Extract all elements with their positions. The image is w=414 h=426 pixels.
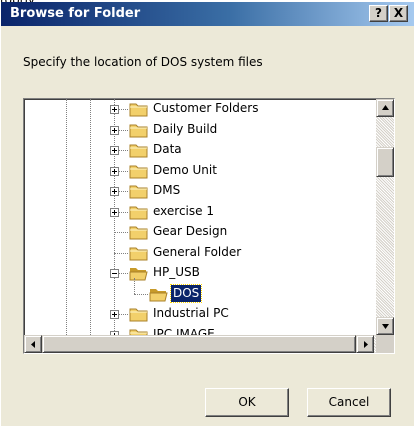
tree-node[interactable]: DMS [24,181,376,201]
tree-connector-line [114,252,128,254]
open-folder-icon [129,265,149,281]
help-button[interactable]: ? [369,5,388,22]
arrow-up-icon [382,105,389,110]
folder-icon [129,101,149,117]
folder-icon [129,306,149,322]
arrow-left-icon [31,341,35,348]
tree-content: Customer Folders Daily Build Data Demo Unit… [24,99,376,335]
tree-node-label: Gear Design [153,224,228,238]
browse-for-folder-dialog: Browse for Folder ? X Specify the locati… [0,2,414,426]
expand-icon[interactable] [110,207,119,217]
tree-node[interactable]: General Folder [24,243,376,263]
expand-icon[interactable] [110,187,119,196]
instruction-text: Specify the location of DOS system files [23,55,263,69]
open-folder-icon [149,286,169,302]
expand-icon[interactable] [110,310,119,319]
arrow-down-icon [382,324,389,329]
folder-icon [129,142,149,158]
scrollbar-corner [376,335,394,353]
vertical-scrollbar[interactable] [376,99,394,335]
tree-node[interactable]: HP_USB [24,263,376,283]
folder-icon [129,183,149,199]
title-bar[interactable]: Browse for Folder ? X [1,2,414,26]
tree-node-label: Data [153,142,182,156]
tree-connector-line [114,232,128,233]
close-button[interactable]: X [389,5,408,22]
window-title: Browse for Folder [10,6,141,21]
folder-tree[interactable]: Customer Folders Daily Build Data Demo Unit… [23,98,395,354]
scroll-down-button[interactable] [376,317,394,335]
tree-node[interactable]: Industrial PC [24,304,376,324]
tree-node[interactable]: DOS [24,277,376,304]
tree-node-label: exercise 1 [153,203,214,218]
folder-icon [129,245,149,261]
ok-button[interactable]: OK [205,388,289,417]
expand-icon[interactable] [110,146,119,155]
tree-node[interactable]: Customer Folders [24,99,376,119]
tree-node-label: Demo Unit [153,162,217,177]
tree-connector-line [134,293,148,295]
tree-node-label: Daily Build [153,121,218,136]
tree-node[interactable]: Gear Design [24,222,376,242]
horizontal-scrollbar[interactable] [24,335,376,353]
cancel-button[interactable]: Cancel [307,388,391,417]
arrow-right-icon [364,341,368,348]
tree-node-label: DOS [169,283,203,303]
tree-node[interactable]: Demo Unit [24,161,376,181]
tree-node[interactable]: IPC IMAGE [24,325,376,336]
tree-node-label: HP_USB [153,265,200,279]
tree-node-label: DMS [153,183,181,197]
tree-node-label: IPC IMAGE [153,326,215,336]
expand-icon[interactable] [110,125,119,135]
folder-icon [129,122,149,138]
collapse-icon[interactable] [110,269,119,278]
tree-node-label: General Folder [153,244,242,259]
scroll-right-button[interactable] [356,335,374,353]
folder-icon [129,224,149,240]
horizontal-scroll-thumb[interactable] [42,335,356,353]
vertical-scroll-thumb[interactable] [376,147,394,177]
folder-icon [129,163,149,179]
tree-node[interactable]: exercise 1 [24,202,376,222]
expand-icon[interactable] [110,105,119,114]
tree-connector-line [134,277,135,294]
tree-node-label: Customer Folders [153,101,259,115]
scroll-left-button[interactable] [24,335,42,353]
expand-icon[interactable] [110,166,119,176]
tree-node[interactable]: Daily Build [24,120,376,140]
tree-node[interactable]: Data [24,140,376,160]
folder-icon [129,204,149,220]
tree-node-label: Industrial PC [153,306,229,320]
scroll-up-button[interactable] [376,99,394,117]
folder-icon [129,327,149,335]
